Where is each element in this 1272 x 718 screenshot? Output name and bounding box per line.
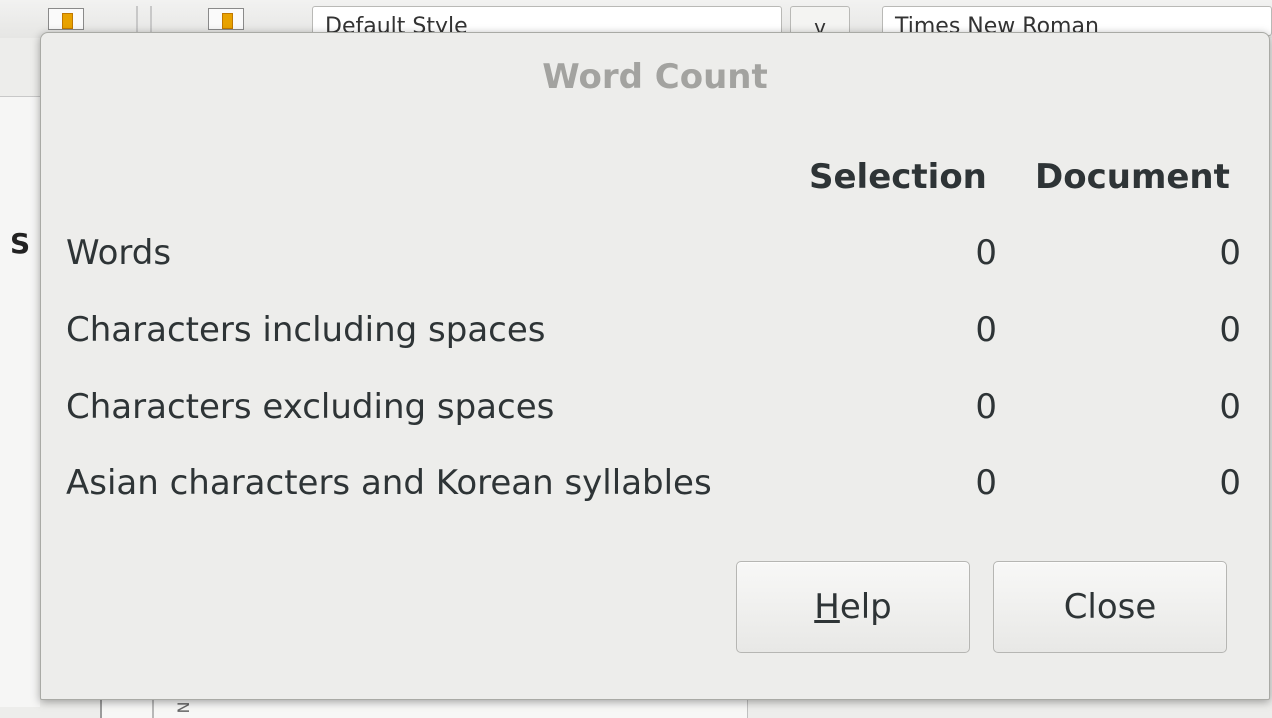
toolbar-style-icon-2[interactable] bbox=[208, 8, 244, 30]
background-sidebar: S bbox=[0, 96, 40, 707]
row-label-chars-including-spaces: Characters including spaces bbox=[66, 310, 546, 350]
close-button[interactable]: Close bbox=[993, 561, 1227, 653]
column-header-document: Document bbox=[1035, 157, 1230, 197]
ruler-glyph: N bbox=[173, 701, 193, 714]
word-count-dialog: Word Count Selection Document Words 0 0 … bbox=[40, 32, 1270, 700]
row-label-asian-korean: Asian characters and Korean syllables bbox=[66, 463, 712, 503]
help-button[interactable]: Help bbox=[736, 561, 970, 653]
words-selection-value: 0 bbox=[975, 233, 997, 273]
chars-including-selection-value: 0 bbox=[975, 310, 997, 350]
help-button-label: elp bbox=[839, 587, 892, 627]
chars-excluding-selection-value: 0 bbox=[975, 387, 997, 427]
toolbar-style-icon[interactable] bbox=[48, 8, 84, 30]
help-button-mnemonic: H bbox=[814, 587, 840, 627]
dialog-title: Word Count bbox=[542, 57, 768, 97]
column-header-selection: Selection bbox=[809, 157, 987, 197]
toolbar-separator bbox=[136, 6, 152, 32]
row-label-chars-excluding-spaces: Characters excluding spaces bbox=[66, 387, 555, 427]
row-label-words: Words bbox=[66, 233, 172, 273]
chars-excluding-document-value: 0 bbox=[1219, 387, 1241, 427]
asian-korean-document-value: 0 bbox=[1219, 463, 1241, 503]
words-document-value: 0 bbox=[1219, 233, 1241, 273]
asian-korean-selection-value: 0 bbox=[975, 463, 997, 503]
sidebar-letter: S bbox=[10, 227, 31, 260]
chars-including-document-value: 0 bbox=[1219, 310, 1241, 350]
